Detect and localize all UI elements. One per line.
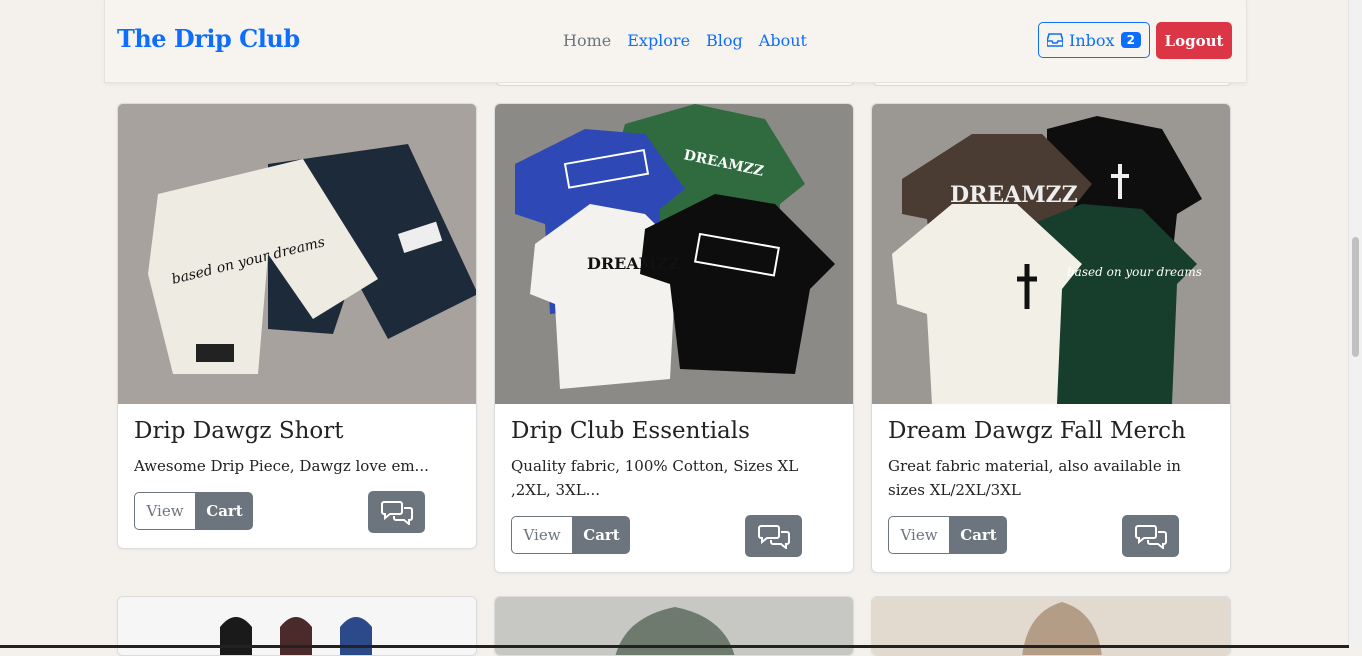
nav-link-home[interactable]: Home bbox=[563, 31, 611, 50]
svg-text:DREAMZZ: DREAMZZ bbox=[950, 182, 1078, 208]
nav-link-blog[interactable]: Blog bbox=[706, 31, 743, 50]
chat-bubbles-icon bbox=[757, 525, 790, 549]
navbar: The Drip Club Home Explore Blog About In… bbox=[104, 0, 1247, 83]
product-card: based on your dreams Drip Dawgz Short Aw… bbox=[117, 103, 477, 549]
product-image[interactable]: DREAMZZ DREAMZZ bbox=[495, 104, 853, 404]
chat-button[interactable] bbox=[368, 491, 425, 533]
svg-text:based on your dreams: based on your dreams bbox=[1067, 265, 1202, 279]
add-to-cart-button[interactable]: Cart bbox=[196, 492, 253, 530]
chat-bubbles-icon bbox=[380, 501, 413, 525]
product-description: Quality fabric, 100% Cotton, Sizes XL ,2… bbox=[511, 457, 799, 499]
product-image[interactable]: DREAMZZ based on your dreams bbox=[872, 104, 1230, 404]
product-title[interactable]: Drip Club Essentials bbox=[511, 418, 837, 444]
product-description: Awesome Drip Piece, Dawgz love em... bbox=[134, 457, 429, 475]
fall-merch-photo: DREAMZZ based on your dreams bbox=[872, 104, 1230, 404]
add-to-cart-button[interactable]: Cart bbox=[573, 516, 630, 554]
logout-button[interactable]: Logout bbox=[1156, 22, 1232, 59]
add-to-cart-button[interactable]: Cart bbox=[950, 516, 1007, 554]
svg-text:DREAMZZ: DREAMZZ bbox=[587, 254, 680, 273]
tshirts-photo: DREAMZZ DREAMZZ bbox=[495, 104, 853, 404]
scrollbar-thumb[interactable] bbox=[1352, 237, 1359, 357]
inbox-button[interactable]: Inbox 2 bbox=[1038, 22, 1150, 58]
product-card: DREAMZZ based on your dreams Dream Dawgz… bbox=[871, 103, 1231, 573]
inbox-count-badge: 2 bbox=[1120, 32, 1141, 48]
nav-links: Home Explore Blog About bbox=[563, 31, 807, 50]
view-button[interactable]: View bbox=[511, 516, 573, 554]
view-button[interactable]: View bbox=[888, 516, 950, 554]
page-scrollbar[interactable] bbox=[1348, 0, 1362, 648]
chat-button[interactable] bbox=[1122, 515, 1179, 557]
view-button[interactable]: View bbox=[134, 492, 196, 530]
chat-bubbles-icon bbox=[1134, 525, 1167, 549]
chat-button[interactable] bbox=[745, 515, 802, 557]
product-image[interactable]: based on your dreams bbox=[118, 104, 476, 404]
product-card: DREAMZZ DREAMZZ Drip Club Essentials Qua… bbox=[494, 103, 854, 573]
shorts-photo: based on your dreams bbox=[118, 104, 476, 404]
nav-link-explore[interactable]: Explore bbox=[627, 31, 690, 50]
product-title[interactable]: Drip Dawgz Short bbox=[134, 418, 460, 444]
inbox-icon bbox=[1047, 33, 1064, 47]
product-description: Great fabric material, also available in… bbox=[888, 457, 1181, 499]
product-title[interactable]: Dream Dawgz Fall Merch bbox=[888, 418, 1214, 444]
inbox-label: Inbox bbox=[1069, 30, 1115, 50]
brand-logo[interactable]: The Drip Club bbox=[117, 24, 300, 53]
nav-link-about[interactable]: About bbox=[759, 31, 807, 50]
